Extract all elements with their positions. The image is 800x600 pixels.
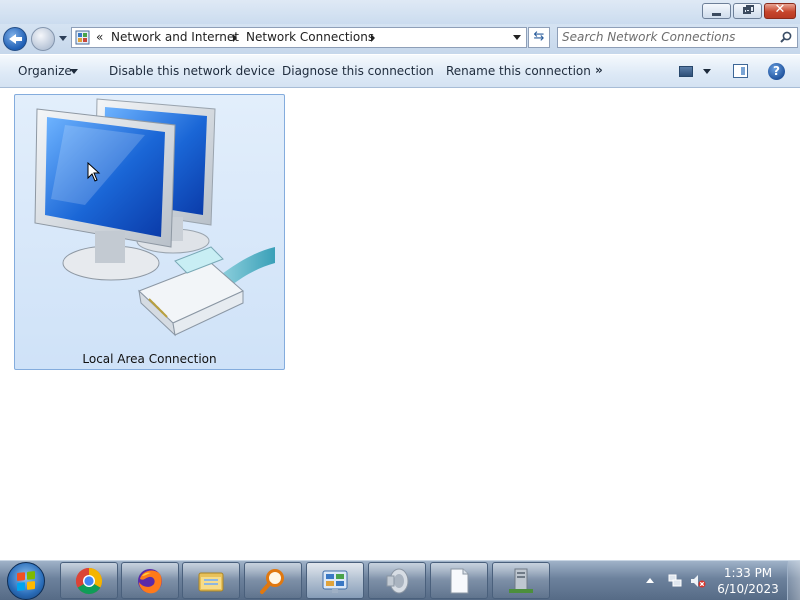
firefox-icon — [138, 569, 162, 594]
refresh-icon: ⇆ — [533, 29, 545, 44]
refresh-button[interactable]: ⇆ — [528, 27, 550, 48]
minimize-button[interactable] — [702, 3, 731, 19]
list-item-local-area-connection[interactable]: Local Area Connection — [14, 94, 285, 370]
address-bar[interactable]: « Network and Internet Network Connectio… — [71, 27, 527, 48]
taskbar: 1:33 PM 6/10/2023 — [0, 560, 800, 600]
window-controls: ✕ — [702, 2, 796, 19]
clock-time: 1:33 PM — [723, 566, 773, 580]
taskbar-firefox-button[interactable] — [121, 562, 179, 599]
file-explorer-icon — [198, 572, 224, 592]
title-bar: ✕ — [0, 0, 800, 24]
more-commands-button[interactable]: » — [595, 63, 603, 77]
taskbar-search-button[interactable] — [244, 562, 302, 599]
control-panel-icon — [75, 30, 90, 45]
address-dropdown-icon[interactable] — [513, 35, 521, 40]
breadcrumb-chevron-icon[interactable] — [371, 34, 375, 42]
connection-name-label: Local Area Connection — [82, 352, 217, 366]
view-options-dropdown[interactable] — [703, 69, 711, 74]
breadcrumb-chevron-icon[interactable] — [233, 34, 237, 42]
recent-pages-dropdown[interactable] — [59, 36, 67, 41]
taskbar-explorer-button[interactable] — [182, 562, 240, 599]
server-icon — [509, 568, 533, 593]
search-magnifier-icon — [260, 569, 284, 594]
file-list-area[interactable]: Local Area Connection — [0, 88, 800, 560]
help-icon[interactable]: ? — [768, 63, 785, 80]
search-input[interactable] — [562, 29, 772, 45]
show-hidden-icons-button[interactable] — [646, 578, 654, 583]
organize-button[interactable]: Organize — [18, 64, 72, 78]
disable-device-button[interactable]: Disable this network device — [109, 64, 275, 78]
command-bar: Organize Disable this network device Dia… — [0, 55, 800, 88]
chevron-down-icon[interactable] — [70, 69, 78, 74]
mouse-pointer-icon — [87, 162, 101, 182]
rename-connection-button[interactable]: Rename this connection — [446, 64, 591, 78]
document-icon — [450, 568, 469, 594]
taskbar-chrome-button[interactable] — [60, 562, 118, 599]
search-box[interactable] — [557, 27, 798, 48]
forward-button[interactable] — [31, 27, 55, 51]
system-clock[interactable]: 1:33 PM 6/10/2023 — [713, 565, 783, 597]
diagnose-connection-button[interactable]: Diagnose this connection — [282, 64, 434, 78]
search-icon[interactable] — [780, 31, 792, 43]
speaker-icon — [386, 568, 409, 594]
start-button[interactable] — [7, 562, 45, 600]
back-button[interactable] — [3, 27, 27, 51]
network-computers-icon — [34, 98, 275, 337]
minimize-icon — [712, 13, 721, 16]
windows-logo-icon — [17, 571, 35, 591]
clock-date: 6/10/2023 — [717, 582, 779, 596]
taskbar-control-panel-button[interactable] — [306, 562, 364, 599]
taskbar-media-button[interactable] — [368, 562, 426, 599]
taskbar-document-button[interactable] — [430, 562, 488, 599]
control-panel-icon — [322, 570, 348, 593]
volume-muted-icon[interactable] — [690, 573, 706, 589]
preview-pane-icon[interactable] — [733, 64, 748, 78]
change-view-icon[interactable] — [679, 66, 693, 77]
navigation-bar: « Network and Internet Network Connectio… — [0, 24, 800, 54]
chrome-icon — [75, 567, 103, 595]
breadcrumb-network-and-internet[interactable]: Network and Internet — [111, 30, 239, 44]
restore-icon-front — [743, 7, 751, 14]
breadcrumb-overflow[interactable]: « — [96, 30, 103, 44]
show-desktop-button[interactable] — [787, 561, 800, 600]
close-button[interactable]: ✕ — [764, 2, 796, 19]
breadcrumb-network-connections[interactable]: Network Connections — [246, 30, 374, 44]
close-icon: ✕ — [774, 2, 786, 17]
restore-button[interactable] — [733, 3, 762, 19]
network-status-icon[interactable] — [668, 574, 682, 588]
taskbar-server-button[interactable] — [492, 562, 550, 599]
